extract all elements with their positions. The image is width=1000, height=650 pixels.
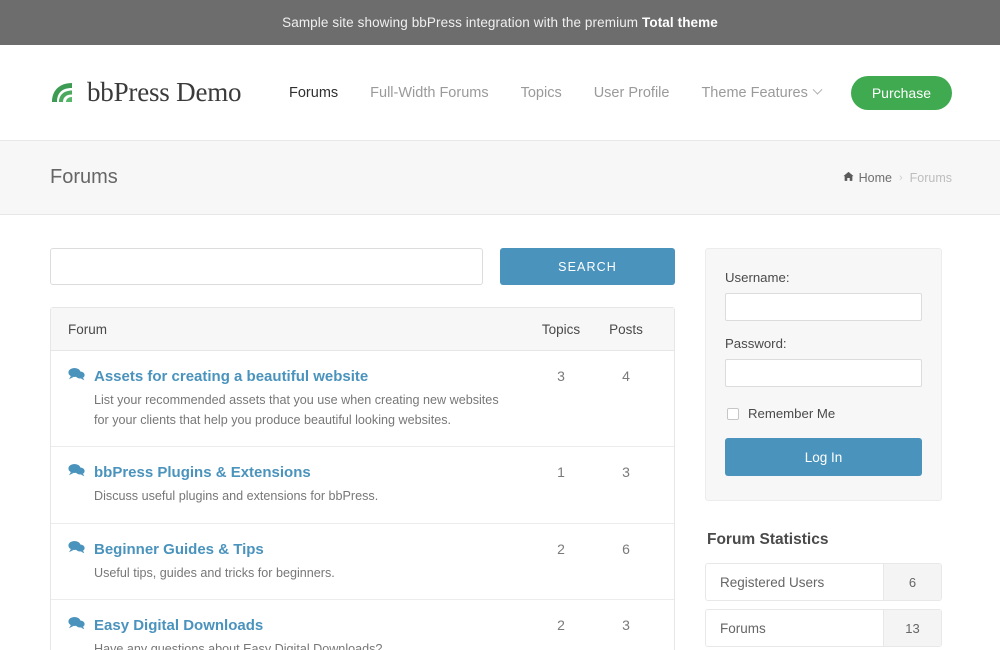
nav-item-theme-features[interactable]: Theme Features <box>685 85 836 101</box>
comments-icon <box>68 367 85 386</box>
main-wrapper: SEARCH Forum Topics Posts <box>0 215 1000 650</box>
forum-row-title[interactable]: bbPress Plugins & Extensions <box>94 464 311 481</box>
stat-row-registered-users: Registered Users 6 <box>705 563 942 601</box>
nav-item-forums[interactable]: Forums <box>273 85 354 101</box>
forum-row-titleline: Easy Digital Downloads <box>68 616 515 635</box>
site-header: bbPress Demo Forums Full-Width Forums To… <box>0 45 1000 141</box>
breadcrumb-home[interactable]: Home <box>843 171 892 185</box>
username-field[interactable] <box>725 293 922 321</box>
stat-row-forums: Forums 13 <box>705 609 942 647</box>
top-notice-text-plain: Sample site showing bbPress integration … <box>282 15 642 30</box>
column-header-posts: Posts <box>595 322 657 337</box>
forum-row-description: List your recommended assets that you us… <box>94 391 515 430</box>
forum-row-main: Beginner Guides & Tips Useful tips, guid… <box>68 540 527 584</box>
breadcrumb: Home › Forums <box>843 171 952 185</box>
forum-row-posts-count: 3 <box>595 463 657 480</box>
content-column: SEARCH Forum Topics Posts <box>50 248 675 650</box>
forum-row-description: Discuss useful plugins and extensions fo… <box>94 487 515 507</box>
nav-item-topics[interactable]: Topics <box>505 85 578 101</box>
nav-item-forums-label: Forums <box>289 85 338 101</box>
remember-me-label: Remember Me <box>748 406 835 421</box>
forum-row-topics-count: 2 <box>527 540 595 557</box>
forum-row-titleline: bbPress Plugins & Extensions <box>68 463 515 482</box>
stat-label: Registered Users <box>706 564 883 600</box>
remember-me-checkbox[interactable] <box>727 408 739 420</box>
forum-row-titleline: Assets for creating a beautiful website <box>68 367 515 386</box>
nav-item-theme-features-label: Theme Features <box>701 85 807 101</box>
purchase-button[interactable]: Purchase <box>851 76 952 110</box>
home-icon <box>843 171 854 185</box>
site-logo[interactable]: bbPress Demo <box>50 77 241 108</box>
nav-item-user-profile[interactable]: User Profile <box>578 85 686 101</box>
forum-row-titleline: Beginner Guides & Tips <box>68 540 515 559</box>
stat-value: 13 <box>883 610 941 646</box>
forum-row-main: Assets for creating a beautiful website … <box>68 367 527 430</box>
site-title: bbPress Demo <box>87 77 241 108</box>
table-row[interactable]: Assets for creating a beautiful website … <box>51 351 674 447</box>
forum-table-header: Forum Topics Posts <box>51 308 674 351</box>
comments-icon <box>68 540 85 559</box>
forum-row-title[interactable]: Easy Digital Downloads <box>94 617 263 634</box>
forum-row-description: Have any questions about Easy Digital Do… <box>94 640 515 650</box>
forum-row-topics-count: 3 <box>527 367 595 384</box>
comments-icon <box>68 616 85 635</box>
breadcrumb-separator: › <box>899 172 903 184</box>
top-notice-bar: Sample site showing bbPress integration … <box>0 0 1000 45</box>
top-notice-theme-link[interactable]: Total theme <box>642 15 718 30</box>
nav-item-full-width-forums[interactable]: Full-Width Forums <box>354 85 504 101</box>
login-button[interactable]: Log In <box>725 438 922 476</box>
forum-row-main: bbPress Plugins & Extensions Discuss use… <box>68 463 527 507</box>
stat-label: Forums <box>706 610 883 646</box>
breadcrumb-home-label: Home <box>859 171 892 185</box>
column-header-topics: Topics <box>527 322 595 337</box>
page-title: Forums <box>50 166 118 189</box>
nav-item-full-width-forums-label: Full-Width Forums <box>370 85 488 101</box>
main-navigation: Forums Full-Width Forums Topics User Pro… <box>273 76 952 110</box>
forum-row-title[interactable]: Assets for creating a beautiful website <box>94 368 368 385</box>
chevron-down-icon <box>812 85 822 95</box>
forum-row-topics-count: 1 <box>527 463 595 480</box>
forum-row-topics-count: 2 <box>527 616 595 633</box>
forum-row-posts-count: 4 <box>595 367 657 384</box>
page-title-bar: Forums Home › Forums <box>0 141 1000 215</box>
login-widget: Username: Password: Remember Me Log In <box>705 248 942 501</box>
forum-row-title[interactable]: Beginner Guides & Tips <box>94 541 264 558</box>
table-row[interactable]: Easy Digital Downloads Have any question… <box>51 600 674 650</box>
forum-row-posts-count: 3 <box>595 616 657 633</box>
table-row[interactable]: Beginner Guides & Tips Useful tips, guid… <box>51 524 674 601</box>
breadcrumb-current: Forums <box>910 171 952 185</box>
remember-me-row: Remember Me <box>727 406 922 421</box>
nav-item-user-profile-label: User Profile <box>594 85 670 101</box>
forum-row-description: Useful tips, guides and tricks for begin… <box>94 564 515 584</box>
stat-value: 6 <box>883 564 941 600</box>
search-input[interactable] <box>50 248 483 285</box>
forum-row-main: Easy Digital Downloads Have any question… <box>68 616 527 650</box>
comments-icon <box>68 463 85 482</box>
sidebar: Username: Password: Remember Me Log In F… <box>705 248 942 650</box>
password-label: Password: <box>725 336 922 351</box>
nav-item-topics-label: Topics <box>521 85 562 101</box>
table-row[interactable]: bbPress Plugins & Extensions Discuss use… <box>51 447 674 524</box>
column-header-forum: Forum <box>68 322 527 337</box>
forum-search-row: SEARCH <box>50 248 675 285</box>
forum-row-posts-count: 6 <box>595 540 657 557</box>
forum-statistics-title: Forum Statistics <box>707 531 942 549</box>
swoosh-logo-icon <box>50 80 76 106</box>
password-field[interactable] <box>725 359 922 387</box>
top-notice-text: Sample site showing bbPress integration … <box>282 15 718 30</box>
forum-table: Forum Topics Posts <box>50 307 675 650</box>
username-label: Username: <box>725 270 922 285</box>
search-button[interactable]: SEARCH <box>500 248 675 285</box>
